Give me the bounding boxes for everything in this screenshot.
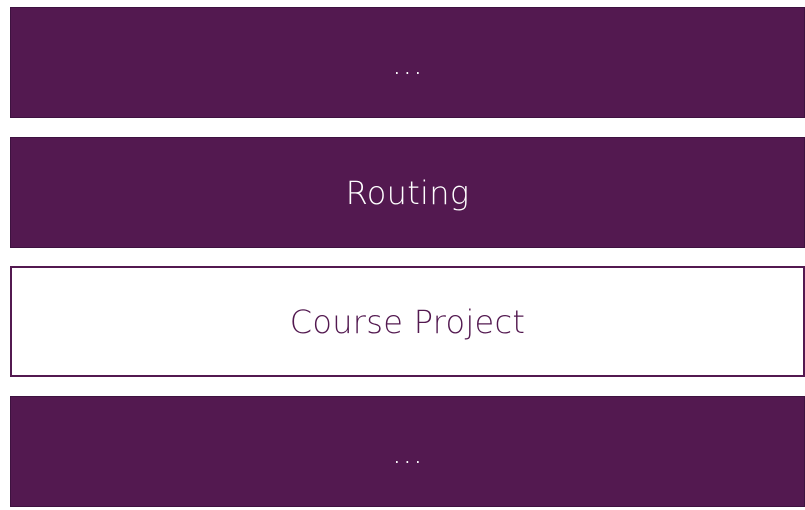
section-block-previous: ... — [10, 7, 805, 118]
course-sections-stack: ... Routing Course Project ... — [0, 0, 805, 510]
section-block-routing: Routing — [10, 137, 805, 248]
section-block-course-project: Course Project — [10, 266, 805, 377]
section-label: Routing — [345, 173, 470, 212]
section-label: ... — [391, 432, 424, 471]
section-block-next: ... — [10, 396, 805, 507]
section-label: Course Project — [289, 302, 526, 341]
section-label: ... — [391, 43, 424, 82]
